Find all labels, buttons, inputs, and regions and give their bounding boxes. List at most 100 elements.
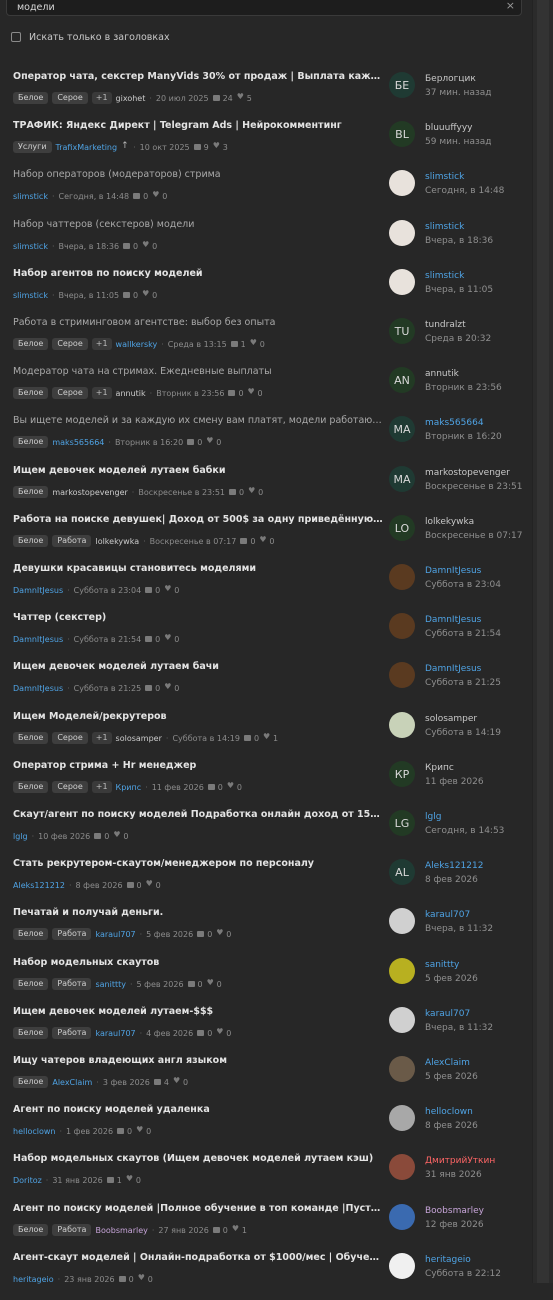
thread-author[interactable]: DamnItJesus [13, 684, 63, 693]
thread-date[interactable]: Среда в 13:15 [168, 340, 227, 349]
thread-date[interactable]: Суббота в 21:25 [74, 684, 142, 693]
last-poster[interactable]: solosamper [425, 713, 477, 725]
last-post-time[interactable]: 8 фев 2026 [425, 874, 478, 886]
thread-row[interactable]: ТРАФИК: Яндекс Директ | Telegram Ads | Н… [0, 119, 533, 168]
thread-title[interactable]: Набор агентов по поиску моделей [13, 267, 383, 281]
thread-tag[interactable]: Белое [13, 1027, 49, 1039]
thread-author[interactable]: Boobsmarley [95, 1226, 147, 1235]
clear-search-icon[interactable]: × [506, 0, 515, 12]
thread-date[interactable]: 3 фев 2026 [103, 1078, 150, 1087]
last-poster[interactable]: ДмитрийУткин [425, 1155, 495, 1167]
thread-tag[interactable]: Белое [13, 387, 49, 399]
last-poster[interactable]: Крипс [425, 762, 454, 774]
thread-date[interactable]: Сегодня, в 14:48 [59, 192, 130, 201]
avatar[interactable]: MA [389, 416, 415, 442]
avatar[interactable] [389, 712, 415, 738]
last-poster[interactable]: maks565664 [425, 417, 484, 429]
thread-author[interactable]: slimstick [13, 192, 48, 201]
avatar[interactable] [389, 1154, 415, 1180]
thread-tag[interactable]: Белое [13, 436, 49, 448]
thread-row[interactable]: Набор агентов по поиску моделей slimstick… [0, 267, 533, 316]
last-post-time[interactable]: 5 фев 2026 [425, 973, 478, 985]
thread-date[interactable]: 20 июл 2025 [156, 94, 209, 103]
last-post-time[interactable]: Сегодня, в 14:48 [425, 185, 504, 197]
thread-row[interactable]: Ищем девочек моделей лутаем бачи DamnItJe… [0, 660, 533, 709]
last-poster[interactable]: heritageio [425, 1254, 471, 1266]
thread-author[interactable]: slimstick [13, 291, 48, 300]
thread-row[interactable]: Агент по поиску моделей |Полное обучение… [0, 1202, 533, 1251]
last-post-time[interactable]: Суббота в 21:25 [425, 677, 501, 689]
thread-author[interactable]: markostopevenger [52, 488, 127, 497]
thread-tag[interactable]: Белое [13, 1076, 49, 1088]
avatar[interactable]: TU [389, 318, 415, 344]
avatar[interactable]: LG [389, 810, 415, 836]
last-poster[interactable]: DamnItJesus [425, 565, 481, 577]
thread-author[interactable]: wallkersky [116, 340, 158, 349]
thread-title[interactable]: Ищем девочек моделей лутаем бачи [13, 660, 383, 674]
thread-title[interactable]: Модератор чата на стримах. Ежедневные вы… [13, 365, 383, 379]
last-poster[interactable]: slimstick [425, 221, 464, 233]
thread-row[interactable]: Ищем девочек моделей лутаем бабки Белое ma… [0, 464, 533, 513]
scrollbar-thumb[interactable] [537, 0, 549, 1283]
avatar[interactable]: КР [389, 761, 415, 787]
avatar[interactable] [389, 1204, 415, 1230]
thread-row[interactable]: Стать рекрутером-скаутом/менеджером по п… [0, 857, 533, 906]
thread-title[interactable]: Оператор стрима + Нr менеджер [13, 759, 383, 773]
thread-row[interactable]: Оператор чата, секстер ManyVids 30% от п… [0, 70, 533, 119]
thread-row[interactable]: Девушки красавицы становитесь моделями Da… [0, 562, 533, 611]
thread-title[interactable]: Агент по поиску моделей удаленка [13, 1103, 383, 1117]
thread-author[interactable]: TrafixMarketing [56, 143, 118, 152]
last-poster[interactable]: slimstick [425, 270, 464, 282]
last-post-time[interactable]: 8 фев 2026 [425, 1120, 478, 1132]
thread-row[interactable]: Агент по поиску моделей удаленка helloclo… [0, 1103, 533, 1152]
thread-row[interactable]: Ищем девочек моделей лутаем-$$$ Белое Рабо… [0, 1005, 533, 1054]
avatar[interactable] [389, 1105, 415, 1131]
last-post-time[interactable]: Воскресенье в 07:17 [425, 530, 523, 542]
avatar[interactable] [389, 564, 415, 590]
thread-date[interactable]: Суббота в 21:54 [74, 635, 142, 644]
thread-title[interactable]: Работа на поиске девушек| Доход от 500$ … [13, 513, 383, 527]
thread-title[interactable]: Ищем девочек моделей лутаем бабки [13, 464, 383, 478]
last-poster[interactable]: lglg [425, 811, 441, 823]
thread-row[interactable]: Модератор чата на стримах. Ежедневные вы… [0, 365, 533, 414]
thread-author[interactable]: AlexClaim [52, 1078, 92, 1087]
thread-tag[interactable]: +1 [91, 92, 112, 104]
thread-date[interactable]: 5 фев 2026 [137, 980, 184, 989]
thread-author[interactable]: Крипс [116, 783, 142, 792]
thread-title[interactable]: Ищу чатеров владеющих англ языком [13, 1054, 383, 1068]
last-poster[interactable]: sanittty [425, 959, 459, 971]
thread-row[interactable]: Ищу чатеров владеющих англ языком Белое Al… [0, 1054, 533, 1103]
last-poster[interactable]: helloclown [425, 1106, 473, 1118]
last-poster[interactable]: AlexClaim [425, 1057, 470, 1069]
thread-date[interactable]: 10 фев 2026 [38, 832, 90, 841]
thread-title[interactable]: Ищем девочек моделей лутаем-$$$ [13, 1005, 383, 1019]
avatar[interactable] [389, 1253, 415, 1279]
thread-author[interactable]: maks565664 [52, 438, 104, 447]
thread-tag[interactable]: Работа [52, 928, 92, 940]
avatar[interactable] [389, 170, 415, 196]
last-post-time[interactable]: Воскресенье в 23:51 [425, 481, 523, 493]
thread-row[interactable]: Набор модельных скаутов Белое Работа sanitt… [0, 956, 533, 1005]
thread-title[interactable]: Ищем Моделей/рекрутеров [13, 710, 383, 724]
last-post-time[interactable]: Вчера, в 11:05 [425, 284, 493, 296]
thread-tag[interactable]: Серое [52, 387, 88, 399]
thread-tag[interactable]: Белое [13, 732, 49, 744]
last-poster[interactable]: annutik [425, 368, 459, 380]
thread-tag[interactable]: Белое [13, 486, 49, 498]
avatar[interactable]: MA [389, 466, 415, 492]
thread-date[interactable]: Вторник в 23:56 [156, 389, 224, 398]
thread-author[interactable]: heritageio [13, 1275, 54, 1284]
thread-tag[interactable]: Работа [52, 1027, 92, 1039]
last-post-time[interactable]: 37 мин. назад [425, 87, 491, 99]
last-poster[interactable]: Берлогцик [425, 73, 476, 85]
thread-date[interactable]: Суббота в 14:19 [172, 734, 240, 743]
thread-tag[interactable]: Белое [13, 781, 49, 793]
thread-tag[interactable]: +1 [91, 338, 112, 350]
thread-title[interactable]: Агент-скаут моделей | Онлайн-подработка … [13, 1251, 383, 1265]
thread-row[interactable]: Скаут/агент по поиску моделей Подработка… [0, 808, 533, 857]
thread-title[interactable]: ТРАФИК: Яндекс Директ | Telegram Ads | Н… [13, 119, 383, 133]
avatar[interactable] [389, 958, 415, 984]
thread-date[interactable]: Суббота в 23:04 [74, 586, 142, 595]
thread-tag[interactable]: Работа [52, 978, 92, 990]
thread-date[interactable]: 5 фев 2026 [146, 930, 193, 939]
